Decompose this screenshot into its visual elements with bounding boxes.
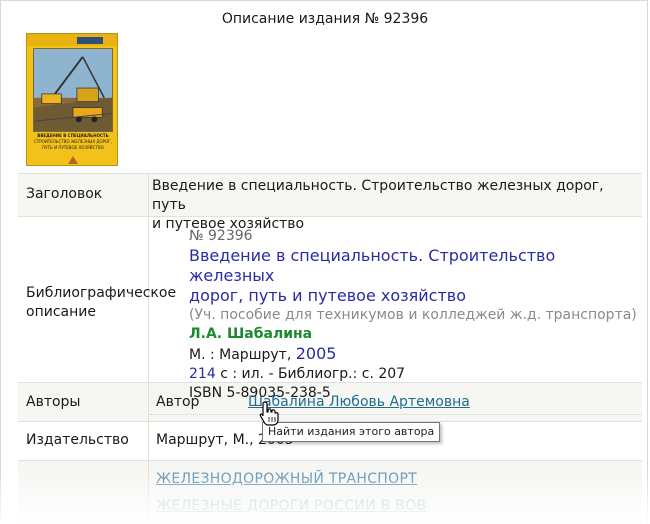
topic-link-railways-ww2[interactable]: ЖЕЛЕЗНЫЕ ДОРОГИ РОССИИ В ВОВ (156, 497, 426, 516)
title-label: Заголовок (26, 186, 103, 202)
biblio-label: Библиографическое описание (26, 285, 177, 320)
publisher-logo (77, 37, 103, 44)
publisher-label: Издательство (26, 432, 129, 448)
hand-cursor-icon (259, 401, 279, 426)
page-title: Описание издания № 92396 (221, 11, 429, 27)
biblio-title: Введение в специальность. Строительство … (189, 246, 556, 305)
column-divider (148, 174, 149, 524)
author-tooltip: Найти издания этого автора (262, 422, 441, 442)
cover-title-text: ВВЕДЕНИЕ В СПЕЦИАЛЬНОСТЬ СТРОИТЕЛЬСТВО Ж… (34, 133, 112, 150)
biblio-pages-line: 214 с : ил. - Библиогр.: с. 207 (189, 366, 406, 382)
cover-illustration (33, 48, 113, 132)
biblio-note: (Уч. пособие для техникумов и колледжей … (189, 307, 637, 323)
topic-link-railway-transport[interactable]: ЖЕЛЕЗНОДОРОЖНЫЙ ТРАНСПОРТ (156, 470, 417, 489)
author-link[interactable]: Шабалина Любовь Артемовна (248, 393, 470, 412)
authors-label: Авторы (26, 394, 81, 410)
dotted-separator (150, 414, 642, 415)
biblio-description: № 92396 Введение в специальность. Строит… (189, 227, 639, 403)
title-value: Введение в специальность. Строительство … (152, 178, 604, 232)
cover-top-band (27, 34, 117, 46)
book-cover-image[interactable]: ВВЕДЕНИЕ В СПЕЦИАЛЬНОСТЬ СТРОИТЕЛЬСТВО Ж… (26, 33, 118, 166)
biblio-year: 2005 (295, 344, 337, 363)
biblio-author: Л.А. Шабалина (189, 326, 313, 342)
edition-number: № 92396 (189, 228, 253, 244)
cover-publisher-mark-icon (68, 156, 78, 164)
biblio-publisher-line: М. : Маршрут, 2005 (189, 344, 337, 363)
biblio-pages: 214 (189, 366, 216, 382)
author-role: Автор (156, 394, 200, 410)
